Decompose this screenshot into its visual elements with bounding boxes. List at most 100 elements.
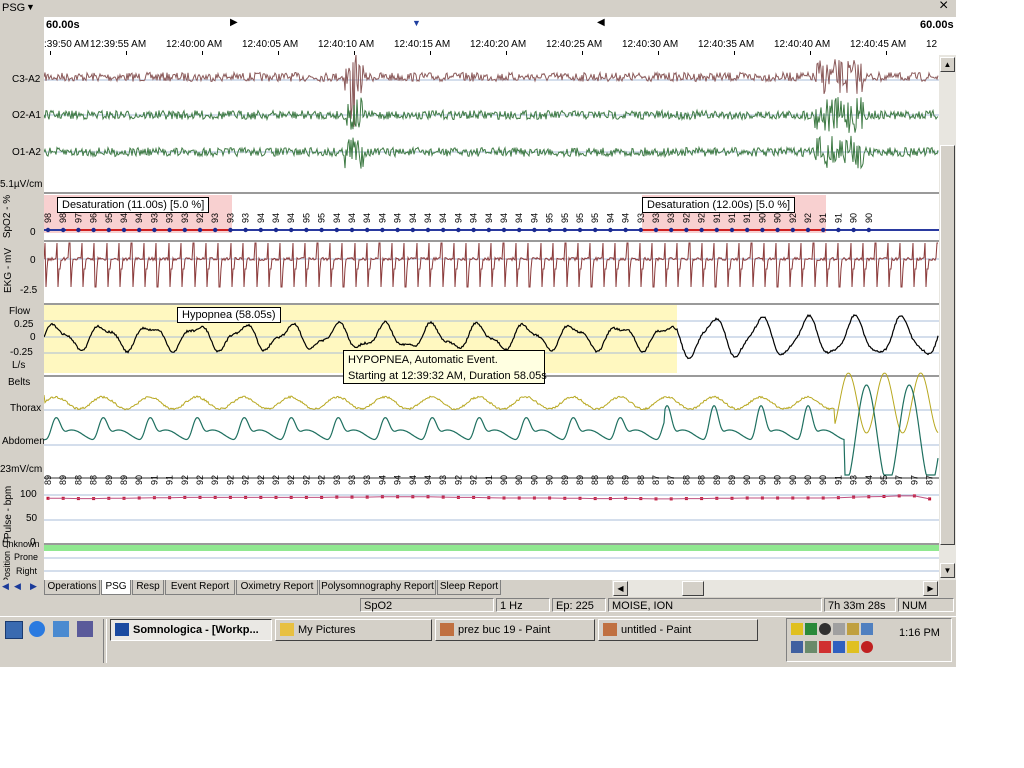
position-bar	[44, 545, 939, 551]
pulse-value-label: 90	[818, 475, 828, 485]
spo2-point	[471, 227, 476, 233]
eye-icon[interactable]	[819, 623, 831, 635]
tab-next-icon[interactable]: ▶	[30, 581, 37, 592]
task-paint-prez[interactable]: prez buc 19 - Paint	[435, 619, 595, 641]
scroll-down-icon[interactable]: ▼	[940, 563, 955, 578]
show-desktop-icon[interactable]	[5, 621, 23, 639]
horizontal-scrollbar[interactable]: ◀ ▶	[612, 580, 939, 597]
ekg-axis-label: EKG - mV	[3, 247, 15, 294]
pulse-value-label: 88	[636, 475, 646, 485]
task-somnologica[interactable]: Somnologica - [Workp...	[110, 619, 272, 641]
pulse-value-label: 93	[347, 475, 357, 485]
spo2-point	[790, 227, 795, 233]
pulse-value-label: 93	[438, 475, 448, 485]
task-paint-untitled[interactable]: untitled - Paint	[598, 619, 758, 641]
tab-oximetry-report[interactable]: Oximetry Report	[236, 580, 318, 595]
pulse-value-label: 89	[712, 475, 722, 485]
outlook-icon[interactable]	[53, 621, 69, 637]
desaturation-event-1[interactable]: Desaturation (11.00s) [5.0 %]	[57, 197, 210, 213]
spo2-value-label: 98	[58, 213, 68, 223]
tab-polysomnography-report[interactable]: Polysomnography Report	[319, 580, 436, 595]
tab-prev-icon[interactable]: ◀	[14, 581, 21, 592]
spo2-value-label: 95	[104, 213, 114, 223]
tray-tool-icon[interactable]	[805, 641, 817, 653]
tab-operations[interactable]: Operations	[44, 580, 100, 595]
spo2-point	[61, 227, 66, 233]
spo2-value-label: 93	[651, 213, 661, 223]
position-unknown-label: Unknown	[2, 539, 40, 549]
vertical-scrollbar[interactable]: ▲ ▼	[939, 55, 956, 580]
spo2-value-label: 96	[89, 213, 99, 223]
tray-bluetooth-icon[interactable]	[833, 641, 845, 653]
monitor-icon[interactable]	[833, 623, 845, 635]
status-elapsed: 7h 33m 28s	[824, 598, 896, 612]
spo2-value-label: 90	[757, 213, 767, 223]
tab-sleep-report[interactable]: Sleep Report	[437, 580, 501, 595]
spo2-point	[182, 227, 187, 233]
spo2-value-label: 93	[636, 213, 646, 223]
spo2-value-label: 92	[788, 213, 798, 223]
tray-alert-icon[interactable]	[819, 641, 831, 653]
task-paint-prez-label: prez buc 19 - Paint	[458, 624, 551, 636]
spo2-value-label: 93	[210, 213, 220, 223]
spo2-point	[501, 227, 507, 233]
pulse-value-label: 92	[286, 475, 296, 485]
tray-app-icon[interactable]	[861, 623, 873, 635]
tab-psg[interactable]: PSG	[101, 580, 131, 595]
time-tick: 12:40:30 AM	[622, 39, 679, 50]
tab-first-icon[interactable]: ◀	[2, 581, 9, 592]
cursor-right-marker-icon[interactable]: ▶	[230, 17, 238, 28]
spo2-point	[106, 227, 111, 233]
spo2-point	[410, 227, 415, 233]
horizontal-scroll-thumb[interactable]	[682, 581, 704, 596]
chevron-down-icon[interactable]: ▼	[26, 2, 35, 12]
pulse-value-label: 92	[256, 475, 266, 485]
signal-plot-area[interactable]: 98 98 97 96 95 94 94 93 93 93 92 93 93 93 94 94 94 95 95 94…	[44, 55, 939, 580]
ekg-tick-0: 0	[30, 255, 36, 266]
spo2-point	[456, 227, 461, 233]
time-axis[interactable]: 60.00s 60.00s ▶ ▼ ◀ :39:50 AM 12:39:55 AM…	[44, 17, 956, 55]
tray-security-icon[interactable]	[847, 641, 859, 653]
spo2-value-label: 92	[681, 213, 691, 223]
internet-explorer-icon[interactable]	[29, 621, 45, 637]
spo2-point	[334, 227, 339, 233]
pulse-value-label: 90	[773, 475, 783, 485]
pulse-value-label: 92	[225, 475, 235, 485]
spo2-point	[684, 227, 689, 233]
scroll-up-icon[interactable]: ▲	[940, 57, 955, 72]
scroll-left-icon[interactable]: ◀	[613, 581, 628, 596]
cursor-left-marker-icon[interactable]: ◀	[597, 17, 605, 28]
spo2-value-label: 90	[864, 213, 874, 223]
pulse-value-label: 92	[195, 475, 205, 485]
spo2-point	[45, 227, 51, 233]
printer-icon[interactable]	[847, 623, 859, 635]
pulse-value-label: 89	[575, 475, 585, 485]
vertical-scroll-thumb[interactable]	[940, 145, 955, 545]
pulse-axis-label: Pulse - bpm	[3, 485, 15, 540]
pulse-value-label: 89	[560, 475, 570, 485]
task-my-pictures[interactable]: My Pictures	[275, 619, 432, 641]
spo2-value-label: 94	[621, 213, 631, 223]
tab-resp[interactable]: Resp	[132, 580, 164, 595]
spo2-point	[577, 227, 583, 233]
speaker-icon[interactable]	[791, 623, 803, 635]
time-tick: 12:40:05 AM	[242, 39, 299, 50]
tab-event-report[interactable]: Event Report	[165, 580, 235, 595]
desaturation-event-2[interactable]: Desaturation (12.00s) [5.0 %]	[642, 197, 796, 213]
spo2-point	[137, 227, 142, 233]
spo2-point	[76, 227, 81, 233]
position-marker-icon[interactable]: ▼	[412, 18, 421, 28]
tray-record-icon[interactable]	[861, 641, 873, 653]
spo2-point	[441, 227, 446, 233]
time-tick: 12:40:15 AM	[394, 39, 451, 50]
close-icon[interactable]: ×	[939, 0, 948, 15]
tray-config-icon[interactable]	[791, 641, 803, 653]
tooltip-line-1: HYPOPNEA, Automatic Event.	[348, 354, 498, 366]
hypopnea-event-label[interactable]: Hypopnea (58.05s)	[177, 307, 281, 323]
spo2-value-label: 90	[849, 213, 859, 223]
psg-menu-label[interactable]: PSG	[2, 2, 25, 14]
scroll-right-icon[interactable]: ▶	[923, 581, 938, 596]
pulse-value-label: 92	[241, 475, 251, 485]
media-player-icon[interactable]	[77, 621, 93, 637]
network-icon[interactable]	[805, 623, 817, 635]
